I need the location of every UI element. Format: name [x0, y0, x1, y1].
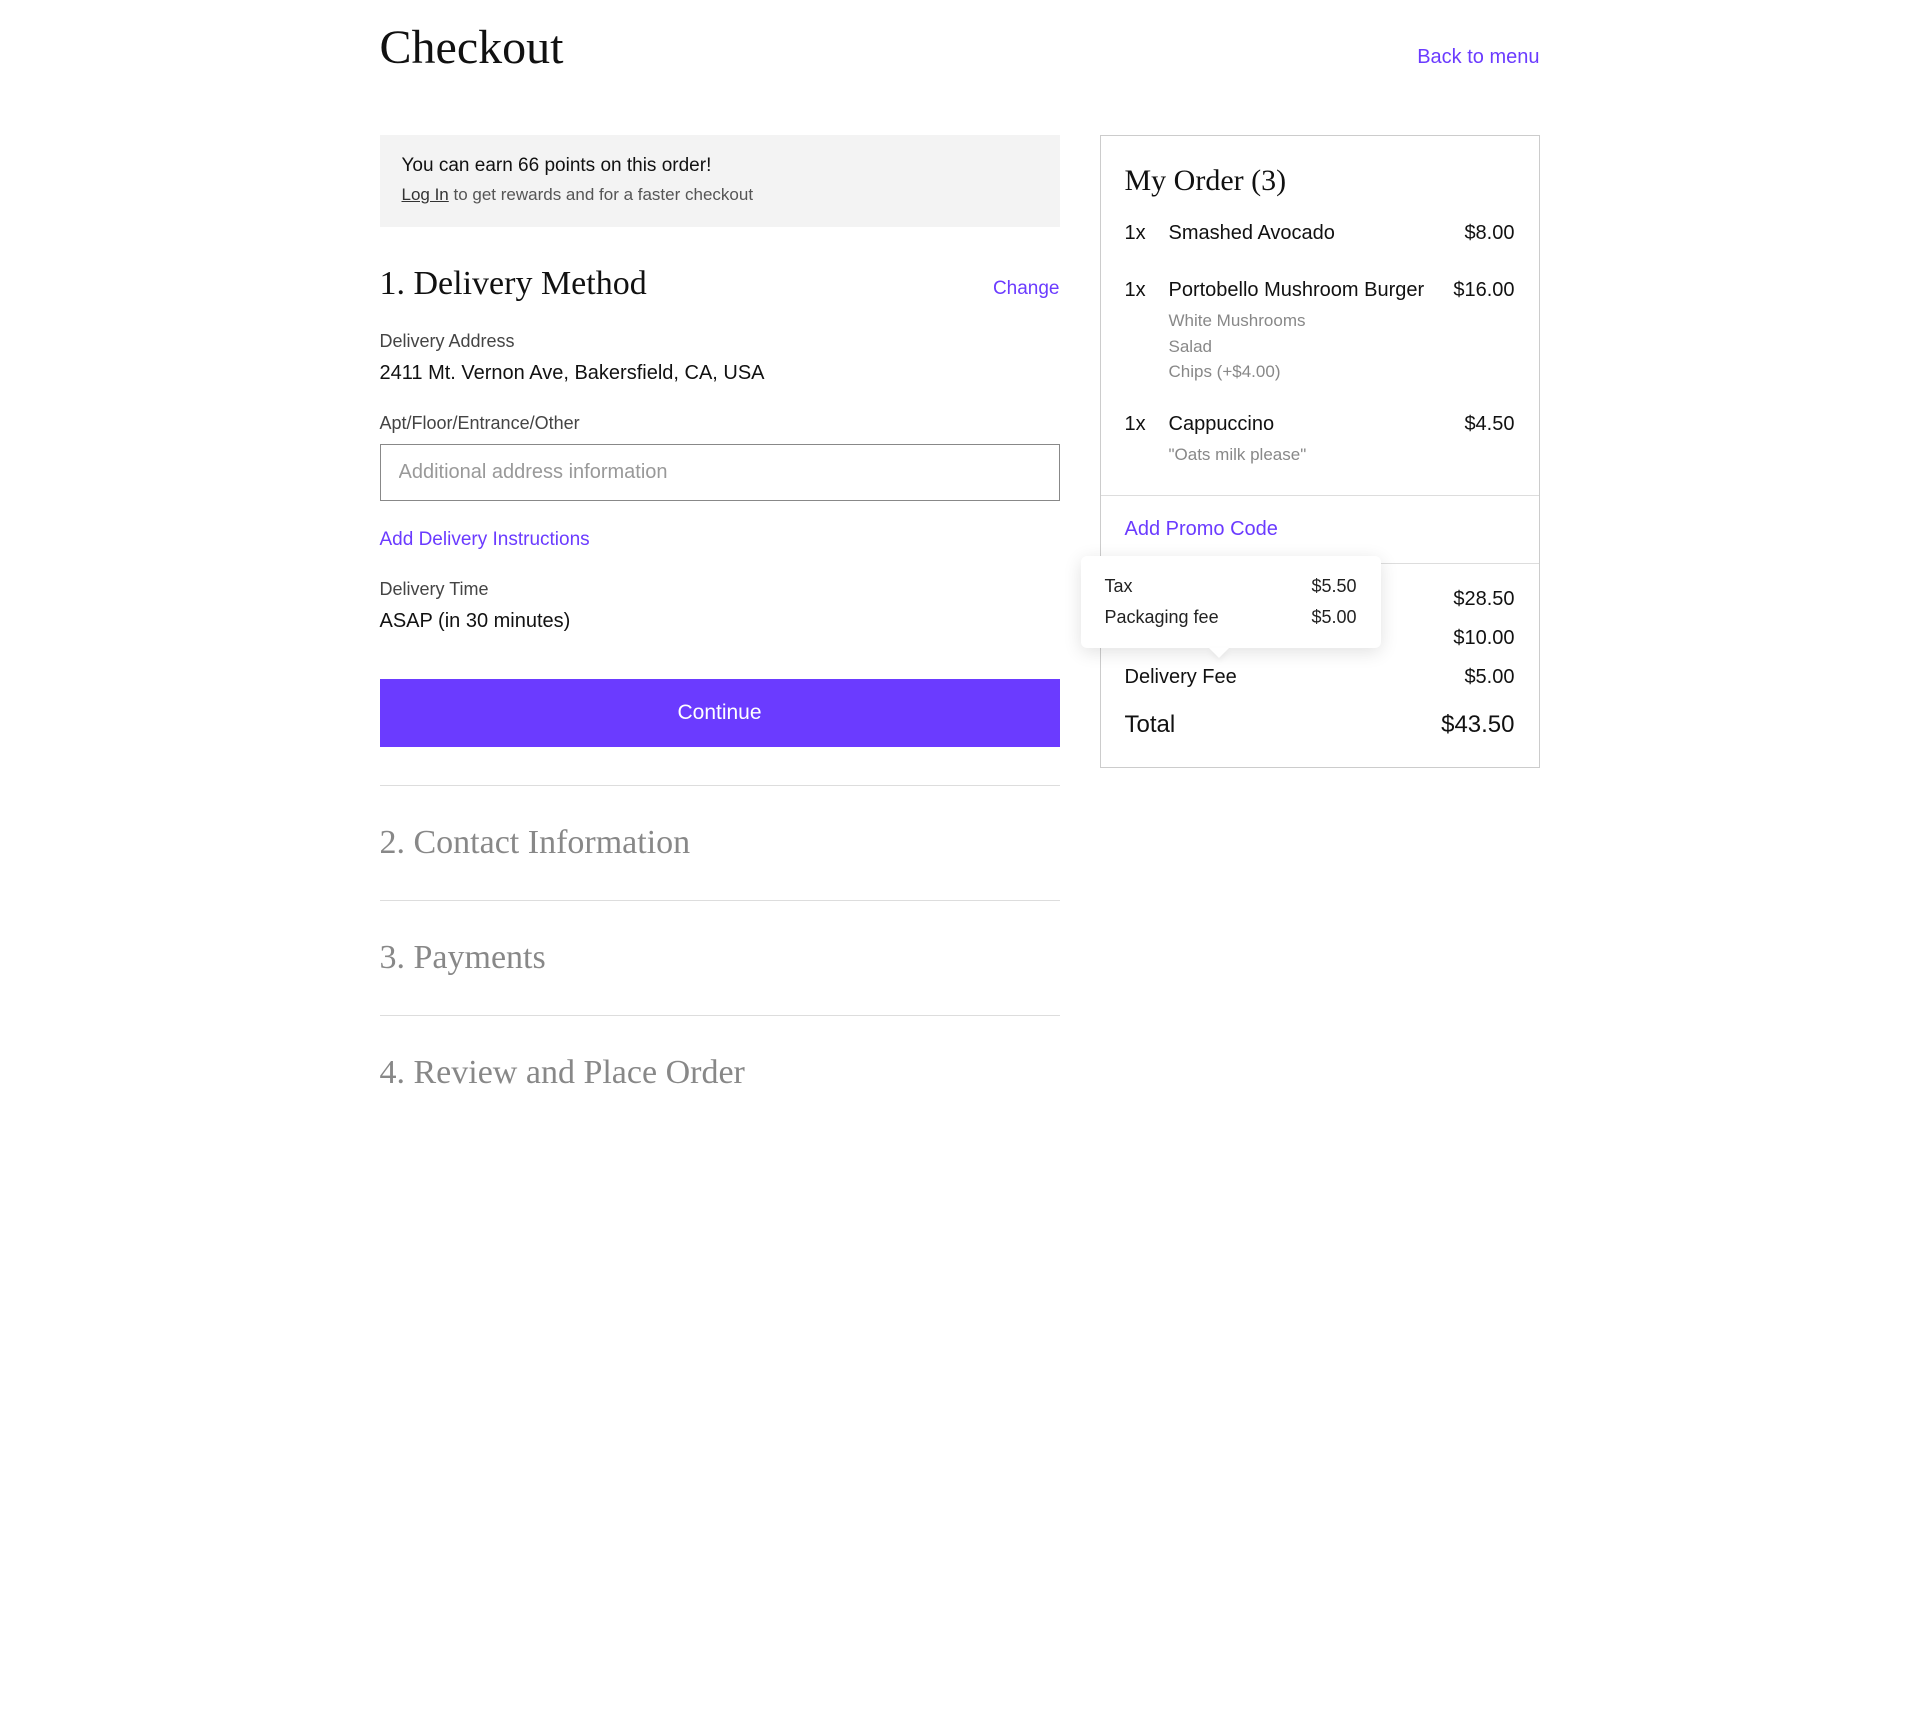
taxfees-tooltip: Tax $5.50 Packaging fee $5.00: [1081, 556, 1381, 648]
item-name: Cappuccino: [1169, 413, 1449, 436]
section-delivery: 1. Delivery Method Change Delivery Addre…: [380, 265, 1060, 747]
delivery-time-group: Delivery Time ASAP (in 30 minutes): [380, 579, 1060, 633]
total-row: Total $43.50: [1125, 711, 1515, 739]
order-items: 1x Smashed Avocado $8.00 1x Portobello M…: [1101, 222, 1539, 477]
item-price: $16.00: [1453, 279, 1514, 385]
delivery-time-label: Delivery Time: [380, 579, 1060, 600]
order-card: My Order (3) 1x Smashed Avocado $8.00 1x…: [1100, 135, 1540, 768]
back-to-menu-link[interactable]: Back to menu: [1417, 46, 1539, 69]
apt-input[interactable]: [380, 444, 1060, 501]
tooltip-packaging-label: Packaging fee: [1105, 607, 1219, 628]
apt-label: Apt/Floor/Entrance/Other: [380, 413, 1060, 434]
deliveryfee-label: Delivery Fee: [1125, 666, 1237, 689]
points-login-suffix: to get rewards and for a faster checkout: [449, 185, 753, 204]
section-review-title: 4. Review and Place Order: [380, 1054, 1060, 1092]
checkout-page: Checkout Back to menu You can earn 66 po…: [380, 20, 1540, 1092]
item-price: $4.50: [1464, 413, 1514, 468]
delivery-time-value: ASAP (in 30 minutes): [380, 610, 1060, 633]
item-qty: 1x: [1125, 413, 1153, 468]
total-label: Total: [1125, 711, 1176, 739]
checkout-steps: You can earn 66 points on this order! Lo…: [380, 135, 1060, 1092]
header-row: Checkout Back to menu: [380, 20, 1540, 75]
add-promo-code-link[interactable]: Add Promo Code: [1125, 518, 1278, 540]
points-login-line: Log In to get rewards and for a faster c…: [402, 185, 1038, 205]
item-qty: 1x: [1125, 222, 1153, 251]
delivery-address-label: Delivery Address: [380, 331, 1060, 352]
subtotal-value: $28.50: [1453, 588, 1514, 611]
item-price: $8.00: [1464, 222, 1514, 251]
section-contact-title: 2. Contact Information: [380, 824, 1060, 862]
promo-row: Add Promo Code: [1101, 496, 1539, 564]
item-modifier: Chips (+$4.00): [1169, 359, 1438, 385]
divider: [380, 900, 1060, 901]
item-name: Portobello Mushroom Burger: [1169, 279, 1438, 302]
deliveryfee-row: Delivery Fee $5.00: [1125, 666, 1515, 689]
points-earn-text: You can earn 66 points on this order!: [402, 155, 1038, 177]
change-delivery-link[interactable]: Change: [993, 278, 1060, 300]
delivery-address-value: 2411 Mt. Vernon Ave, Bakersfield, CA, US…: [380, 362, 1060, 385]
page-title: Checkout: [380, 20, 564, 75]
order-summary-column: My Order (3) 1x Smashed Avocado $8.00 1x…: [1100, 135, 1540, 768]
order-line-item: 1x Smashed Avocado $8.00: [1125, 222, 1515, 251]
item-modifier: White Mushrooms: [1169, 308, 1438, 334]
order-header: My Order (3): [1101, 136, 1539, 222]
item-modifier: Salad: [1169, 334, 1438, 360]
divider: [380, 1015, 1060, 1016]
delivery-address-group: Delivery Address 2411 Mt. Vernon Ave, Ba…: [380, 331, 1060, 385]
section-payments-title: 3. Payments: [380, 939, 1060, 977]
section-delivery-title: 1. Delivery Method: [380, 265, 647, 303]
tooltip-packaging-value: $5.00: [1311, 607, 1356, 628]
taxfees-value: $10.00: [1453, 627, 1514, 650]
tooltip-tax-label: Tax: [1105, 576, 1133, 597]
item-qty: 1x: [1125, 279, 1153, 385]
item-note: "Oats milk please": [1169, 442, 1449, 468]
total-value: $43.50: [1441, 711, 1514, 739]
continue-button[interactable]: Continue: [380, 679, 1060, 747]
order-line-item: 1x Portobello Mushroom Burger White Mush…: [1125, 279, 1515, 385]
points-banner: You can earn 66 points on this order! Lo…: [380, 135, 1060, 227]
add-delivery-instructions-link[interactable]: Add Delivery Instructions: [380, 529, 590, 551]
item-name: Smashed Avocado: [1169, 222, 1449, 245]
divider: [380, 785, 1060, 786]
order-line-item: 1x Cappuccino "Oats milk please" $4.50: [1125, 413, 1515, 468]
apt-group: Apt/Floor/Entrance/Other: [380, 413, 1060, 501]
deliveryfee-value: $5.00: [1464, 666, 1514, 689]
tooltip-tax-value: $5.50: [1311, 576, 1356, 597]
login-link[interactable]: Log In: [402, 185, 449, 204]
